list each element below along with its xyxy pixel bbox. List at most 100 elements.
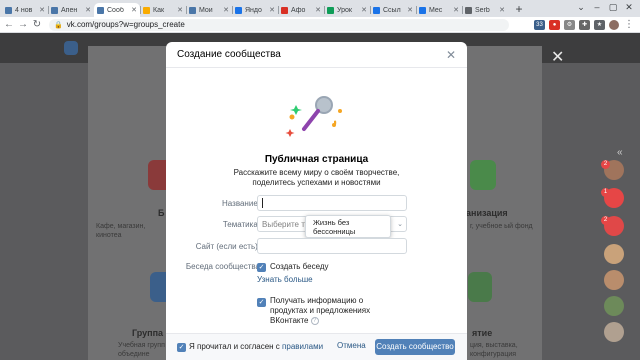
chat-avatar[interactable] [604, 270, 624, 290]
create-chat-checkbox[interactable]: ✓ [257, 263, 266, 272]
page-type-title: Публичная страница [264, 154, 369, 165]
chat-avatar[interactable] [604, 296, 624, 316]
back-icon[interactable]: ← [3, 19, 15, 30]
tab-label: Мес [429, 6, 443, 14]
extension-badge-icon[interactable]: 33 [534, 19, 545, 30]
browser-tab[interactable]: Яндо ✕ [232, 3, 278, 17]
browser-tab[interactable]: Апен ✕ [48, 3, 94, 17]
info-label: Получать информацию о продуктах и предло… [270, 296, 400, 326]
info-checkbox[interactable]: ✓ [257, 298, 266, 307]
tab-close-icon[interactable]: ✕ [85, 6, 91, 14]
tab-label: Яндо [245, 6, 262, 14]
tab-favicon-icon [373, 6, 380, 14]
tab-favicon-icon [97, 6, 104, 14]
tab-label: Апен [61, 6, 78, 14]
name-label: Название: [222, 199, 260, 208]
menu-icon[interactable]: ⋮ [623, 19, 635, 30]
browser-tab[interactable]: Афо ✕ [278, 3, 324, 17]
info-label-text: Получать информацию о продуктах и предло… [270, 296, 371, 325]
modal-header: Создание сообщества ✕ [166, 42, 467, 68]
bg-card-text-right: г, учебное ый фонд [470, 223, 533, 230]
modal-title: Создание сообщества [177, 49, 281, 60]
microphone-icon [285, 91, 342, 137]
bg-card2-text: Учебная групп объедине [118, 342, 165, 358]
tab-label: Сооб [107, 6, 124, 14]
url-text: vk.com/groups?w=groups_create [66, 20, 185, 29]
tab-close-icon[interactable]: ✕ [39, 6, 45, 14]
collapse-icon[interactable]: « [617, 147, 623, 158]
url-input[interactable]: 🔒 vk.com/groups?w=groups_create [49, 18, 509, 31]
create-community-button[interactable]: Создать сообщество [375, 339, 455, 355]
tab-close-icon[interactable]: ✕ [407, 6, 413, 14]
chat-avatar[interactable] [604, 244, 624, 264]
agree-checkbox[interactable]: ✓ [177, 343, 186, 352]
tab-label: Афо [291, 6, 306, 14]
tab-favicon-icon [327, 6, 334, 14]
bg-card-text: Кафе, магазин, кинотеа [96, 223, 146, 239]
tab-favicon-icon [5, 6, 12, 14]
browser-tab[interactable]: 4 нов ✕ [2, 3, 48, 17]
browser-tab[interactable]: Serb ✕ [462, 3, 508, 17]
chat-label: Беседа сообщества [185, 262, 260, 271]
chat-avatar[interactable] [604, 322, 624, 342]
tab-favicon-icon [143, 6, 150, 14]
question-icon[interactable]: ? [310, 316, 319, 325]
close-icon[interactable]: ✕ [446, 48, 456, 62]
bg-card2-title-right: ятие [472, 328, 493, 338]
page-type-description: Расскажите всему миру о своём творчестве… [233, 168, 400, 187]
agree-text: Я прочитал и согласен с правилами [189, 342, 323, 352]
tab-label: Урок [337, 6, 352, 14]
tab-close-icon[interactable]: ✕ [177, 6, 183, 14]
name-input[interactable] [257, 195, 407, 211]
tab-favicon-icon [465, 6, 472, 14]
site-input[interactable] [257, 238, 407, 254]
reload-icon[interactable]: ↻ [31, 19, 43, 30]
tab-label: Как [153, 6, 165, 14]
tab-label: Ссыл [383, 6, 401, 14]
browser-tab[interactable]: Ссыл ✕ [370, 3, 416, 17]
extension-badge-count: 33 [536, 21, 543, 28]
learn-more-link[interactable]: Узнать больше [257, 275, 313, 284]
tab-close-icon[interactable]: ✕ [223, 6, 229, 14]
tab-close-icon[interactable]: ✕ [499, 6, 505, 14]
tab-label: Мои [199, 6, 213, 14]
browser-tab[interactable]: Урок ✕ [324, 3, 370, 17]
tab-label: Serb [475, 6, 490, 14]
browser-tab[interactable]: Мои ✕ [186, 3, 232, 17]
browser-tab[interactable]: Сооб ✕ [94, 3, 140, 17]
modal-footer: ✓ Я прочитал и согласен с правилами Отме… [166, 333, 467, 360]
new-tab-button[interactable]: + [511, 3, 527, 17]
tab-favicon-icon [419, 6, 426, 14]
rules-link[interactable]: правилами [282, 342, 323, 351]
organization-icon [470, 160, 496, 190]
cancel-button[interactable]: Отмена [337, 341, 366, 350]
create-chat-label: Создать беседу [270, 262, 329, 271]
tab-favicon-icon [281, 6, 288, 14]
profile-avatar[interactable] [609, 19, 619, 30]
forward-icon[interactable]: → [17, 19, 29, 30]
tab-close-icon[interactable]: ✕ [453, 6, 459, 14]
tab-close-icon[interactable]: ✕ [315, 6, 321, 14]
event-icon [468, 272, 492, 302]
extension-icon[interactable]: ● [549, 19, 560, 30]
extension-gear-icon[interactable]: ⚙ [564, 19, 575, 30]
tab-favicon-icon [189, 6, 196, 14]
site-label: Сайт (если есть): [195, 242, 260, 251]
tab-close-icon[interactable]: ✕ [131, 6, 137, 14]
create-community-modal: Создание сообщества ✕ Публичная страница… [166, 42, 467, 360]
topic-dropdown-option[interactable]: Жизнь без бессонницы [305, 215, 391, 238]
star-icon[interactable]: ★ [594, 19, 605, 30]
browser-tab[interactable]: Как ✕ [140, 3, 186, 17]
tab-close-icon[interactable]: ✕ [269, 6, 275, 14]
tab-label: 4 нов [15, 6, 33, 14]
close-window-button[interactable]: ✕ [618, 0, 640, 17]
tab-close-icon[interactable]: ✕ [361, 6, 367, 14]
bg-card2-text-right: ция, выставка, конфигурация [470, 342, 518, 358]
browser-tab[interactable]: Мес ✕ [416, 3, 462, 17]
address-bar: ← → ↻ 🔒 vk.com/groups?w=groups_create 33… [0, 17, 640, 33]
topic-option-label: Жизнь без бессонницы [313, 217, 356, 236]
puzzle-icon[interactable]: ✚ [579, 19, 590, 30]
chat-sidebar: 2 1 2 [601, 160, 627, 350]
tab-bar: 4 нов ✕ Апен ✕ Сооб ✕ Как ✕ Мои ✕ Яндо ✕ Афо ✕ Урок ✕ Сс… [0, 0, 640, 17]
background-close-icon[interactable]: ✕ [551, 47, 564, 67]
